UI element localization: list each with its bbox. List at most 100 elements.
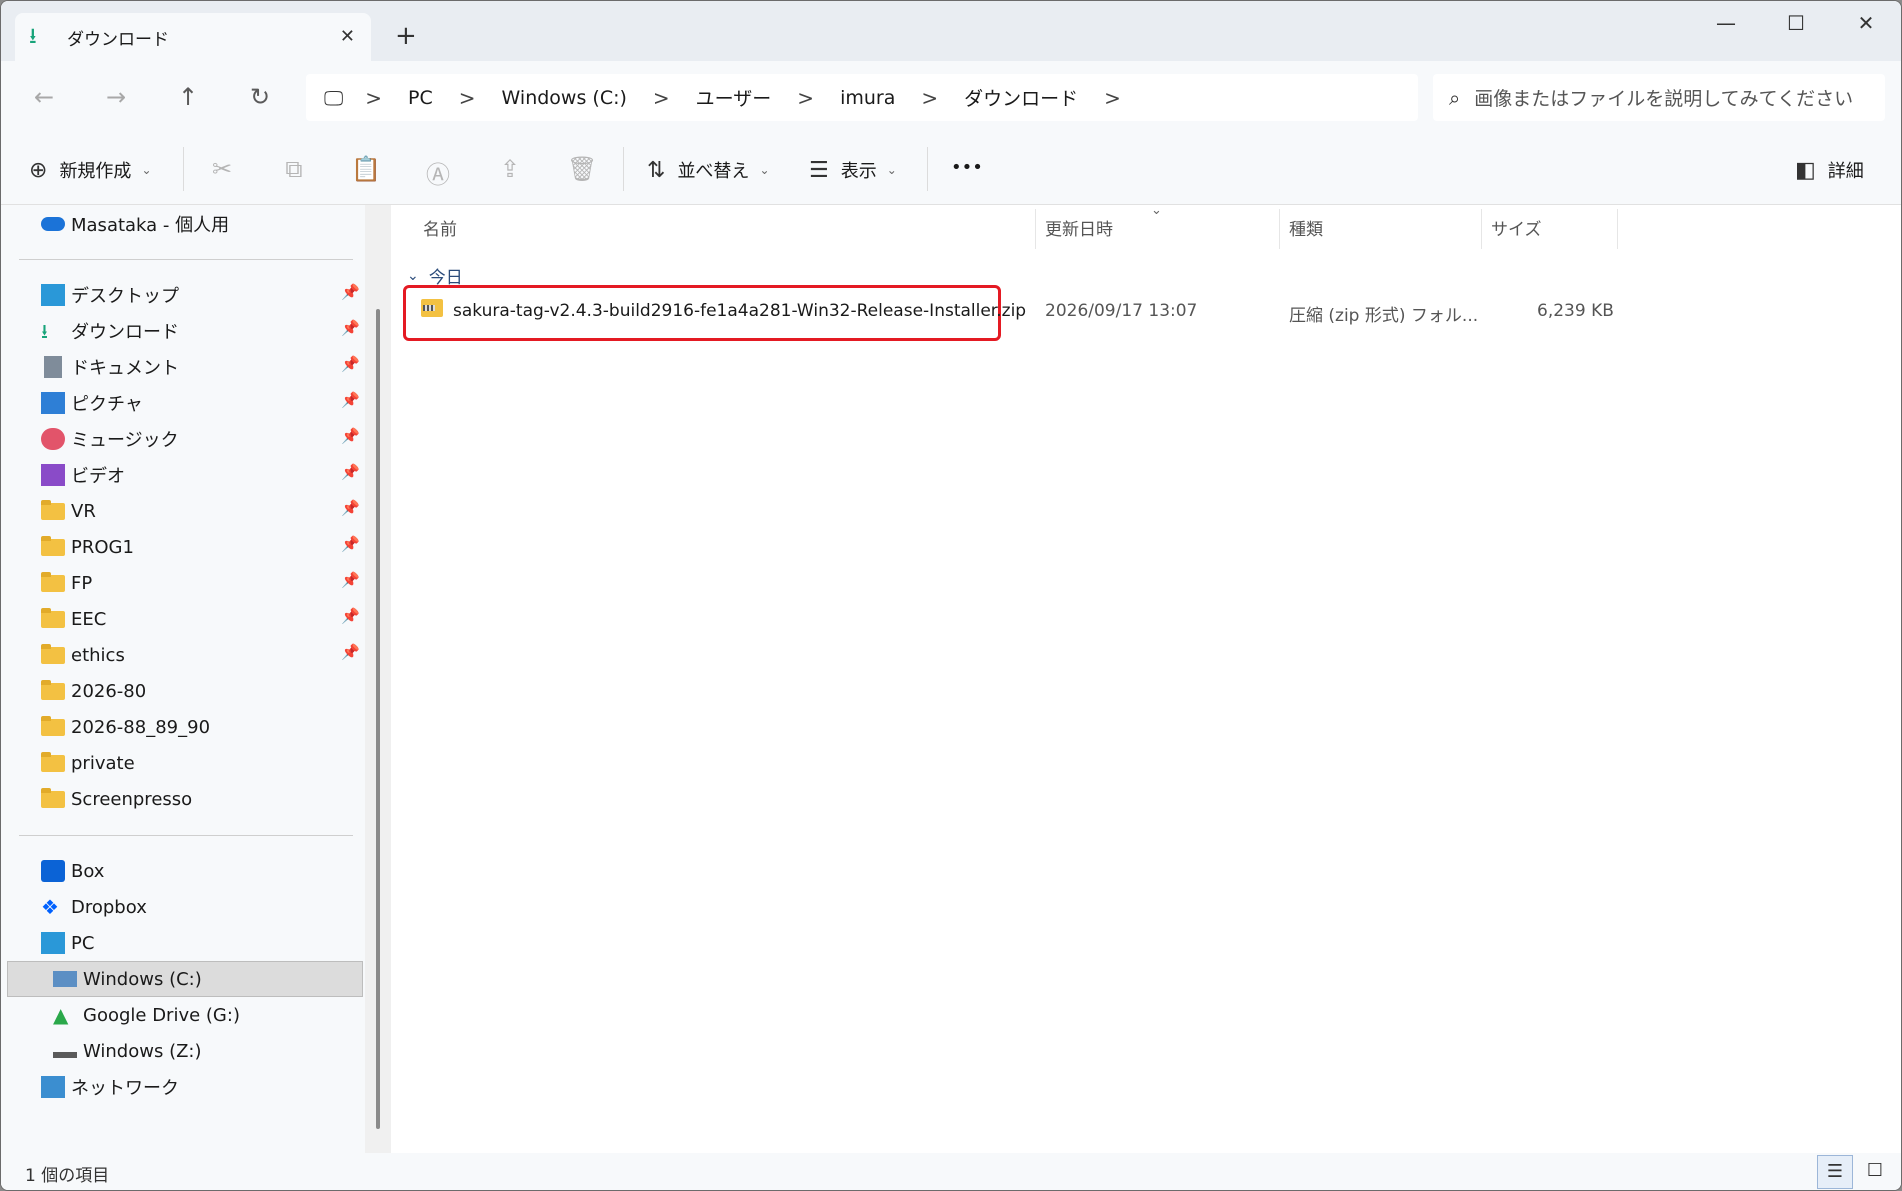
- sidebar-item-label: デスクトップ: [71, 286, 179, 307]
- sidebar-item-pictures[interactable]: ピクチャ: [41, 386, 143, 420]
- pin-icon[interactable]: 📌: [341, 535, 360, 553]
- up-arrow-icon[interactable]: ↑: [173, 83, 203, 111]
- sidebar-item-network[interactable]: ネットワーク: [41, 1070, 179, 1104]
- column-header-name[interactable]: 名前: [423, 215, 457, 240]
- breadcrumb-users[interactable]: ユーザー: [696, 84, 772, 111]
- paste-icon[interactable]: 📋: [351, 155, 381, 183]
- pin-icon[interactable]: 📌: [341, 427, 360, 445]
- pin-icon[interactable]: 📌: [341, 283, 360, 301]
- sidebar-item-documents[interactable]: ドキュメント: [41, 350, 179, 384]
- maximize-button[interactable]: ☐: [1781, 11, 1811, 35]
- search-icon: ⌕: [1449, 85, 1461, 110]
- sidebar-item-2026-88-89-90[interactable]: 2026-88_89_90: [41, 710, 210, 744]
- folder-icon: [41, 679, 65, 700]
- view-button[interactable]: ☰ 表示 ⌄: [809, 157, 897, 183]
- sidebar-item-windows-c[interactable]: Windows (C:): [53, 962, 202, 996]
- sidebar-item-prog1[interactable]: PROG1: [41, 530, 134, 564]
- file-name[interactable]: sakura-tag-v2.4.3-build2916-fe1a4a281-Wi…: [453, 301, 1026, 321]
- details-view-icon[interactable]: ☰: [1817, 1155, 1853, 1189]
- breadcrumb-imura[interactable]: imura: [840, 87, 895, 109]
- chevron-down-icon: ⌄: [886, 163, 897, 177]
- refresh-icon[interactable]: ↻: [245, 83, 275, 111]
- tiles-view-icon[interactable]: ☐: [1857, 1155, 1893, 1189]
- pin-icon[interactable]: 📌: [341, 571, 360, 589]
- rename-icon[interactable]: Ⓐ: [423, 155, 453, 190]
- new-button[interactable]: ⊕ 新規作成 ⌄: [29, 157, 152, 183]
- sidebar-item-screenpresso[interactable]: Screenpresso: [41, 782, 192, 816]
- column-divider[interactable]: [1279, 209, 1280, 249]
- pin-icon[interactable]: 📌: [341, 463, 360, 481]
- close-window-button[interactable]: ✕: [1851, 11, 1881, 35]
- close-tab-icon[interactable]: ✕: [340, 26, 355, 47]
- breadcrumb-pc[interactable]: PC: [408, 87, 433, 109]
- sort-button[interactable]: ⇅ 並べ替え ⌄: [647, 157, 770, 183]
- chevron-down-icon: ⌄: [759, 163, 770, 177]
- cut-icon[interactable]: ✂: [207, 155, 237, 183]
- breadcrumb-separator[interactable]: >: [459, 86, 476, 110]
- delete-icon[interactable]: 🗑: [567, 155, 597, 183]
- tab-downloads[interactable]: ⭳ ダウンロード ✕: [15, 13, 371, 61]
- breadcrumb-separator[interactable]: >: [365, 86, 382, 110]
- breadcrumb-separator[interactable]: >: [1104, 86, 1121, 110]
- sidebar-item-dropbox[interactable]: ❖ Dropbox: [41, 890, 147, 924]
- breadcrumb-drive-c[interactable]: Windows (C:): [502, 87, 627, 109]
- file-list: 名前 ⌄ 更新日時 種類 サイズ ⌄ 今日 sakura-tag-v2.4.3-…: [391, 203, 1901, 1153]
- pin-icon[interactable]: 📌: [341, 319, 360, 337]
- sidebar-scrollbar[interactable]: [365, 205, 391, 1153]
- new-tab-button[interactable]: +: [395, 21, 417, 51]
- breadcrumb-downloads[interactable]: ダウンロード: [964, 84, 1078, 111]
- column-divider[interactable]: [1617, 209, 1618, 249]
- sidebar-item-private[interactable]: private: [41, 746, 135, 780]
- back-arrow-icon[interactable]: ←: [29, 83, 59, 111]
- pin-icon[interactable]: 📌: [341, 643, 360, 661]
- sidebar-item-box[interactable]: Box: [41, 854, 104, 888]
- sidebar-item-music[interactable]: ミュージック: [41, 422, 179, 456]
- share-icon[interactable]: ⇪: [495, 155, 525, 183]
- details-label: 詳細: [1827, 161, 1864, 182]
- sidebar-item-windows-z[interactable]: Windows (Z:): [53, 1034, 202, 1068]
- column-divider[interactable]: [1481, 209, 1482, 249]
- column-header-size[interactable]: サイズ: [1491, 215, 1542, 240]
- search-placeholder: 画像またはファイルを説明してみてください: [1474, 88, 1854, 110]
- pin-icon[interactable]: 📌: [341, 607, 360, 625]
- copy-icon[interactable]: ⧉: [279, 155, 309, 183]
- sidebar-item-pc[interactable]: PC: [41, 926, 94, 960]
- sort-label: 並べ替え: [677, 161, 750, 182]
- sidebar-item-label: private: [71, 752, 135, 774]
- breadcrumb-separator[interactable]: >: [797, 86, 814, 110]
- title-bar: ⭳ ダウンロード ✕ + — ☐ ✕: [1, 1, 1901, 61]
- address-bar[interactable]: 🖵 > PC > Windows (C:) > ユーザー > imura > ダ…: [306, 74, 1418, 121]
- sidebar-item-videos[interactable]: ビデオ: [41, 458, 125, 492]
- sidebar-item-2026-80[interactable]: 2026-80: [41, 674, 146, 708]
- sidebar-item-onedrive[interactable]: Masataka - 個人用: [41, 207, 229, 241]
- pin-icon[interactable]: 📌: [341, 499, 360, 517]
- sidebar-item-label: Windows (Z:): [83, 1040, 202, 1062]
- more-options-button[interactable]: •••: [951, 157, 983, 178]
- breadcrumb-separator[interactable]: >: [921, 86, 938, 110]
- chevron-down-icon: ⌄: [407, 267, 419, 284]
- sidebar-item-google-drive[interactable]: ▲ Google Drive (G:): [53, 998, 240, 1032]
- breadcrumb-separator[interactable]: >: [653, 86, 670, 110]
- column-header-type[interactable]: 種類: [1289, 215, 1323, 240]
- sidebar-item-ethics[interactable]: ethics: [41, 638, 125, 672]
- sidebar-item-eec[interactable]: EEC: [41, 602, 106, 636]
- sidebar-item-desktop[interactable]: デスクトップ: [41, 278, 179, 312]
- status-bar: 1 個の項目 ☰ ☐: [1, 1153, 1901, 1190]
- pin-icon[interactable]: 📌: [341, 355, 360, 373]
- search-box[interactable]: ⌕ 画像またはファイルを説明してみてください: [1433, 74, 1885, 121]
- sidebar-item-fp[interactable]: FP: [41, 566, 92, 600]
- sidebar-item-label: ダウンロード: [71, 322, 179, 343]
- file-size: 6,239 KB: [1537, 301, 1614, 321]
- forward-arrow-icon[interactable]: →: [101, 83, 131, 111]
- column-divider[interactable]: [1035, 209, 1036, 249]
- pin-icon[interactable]: 📌: [341, 391, 360, 409]
- sidebar-item-vr[interactable]: VR: [41, 494, 96, 528]
- document-icon: [44, 356, 62, 378]
- column-header-modified[interactable]: 更新日時: [1045, 215, 1113, 240]
- sidebar-item-label: Dropbox: [71, 896, 147, 918]
- sidebar-item-downloads[interactable]: ⭳ ダウンロード: [41, 314, 179, 348]
- scrollbar-thumb[interactable]: [376, 309, 380, 1129]
- details-pane-button[interactable]: ◧ 詳細: [1795, 157, 1864, 183]
- desktop-icon: [41, 284, 65, 306]
- minimize-button[interactable]: —: [1711, 11, 1741, 35]
